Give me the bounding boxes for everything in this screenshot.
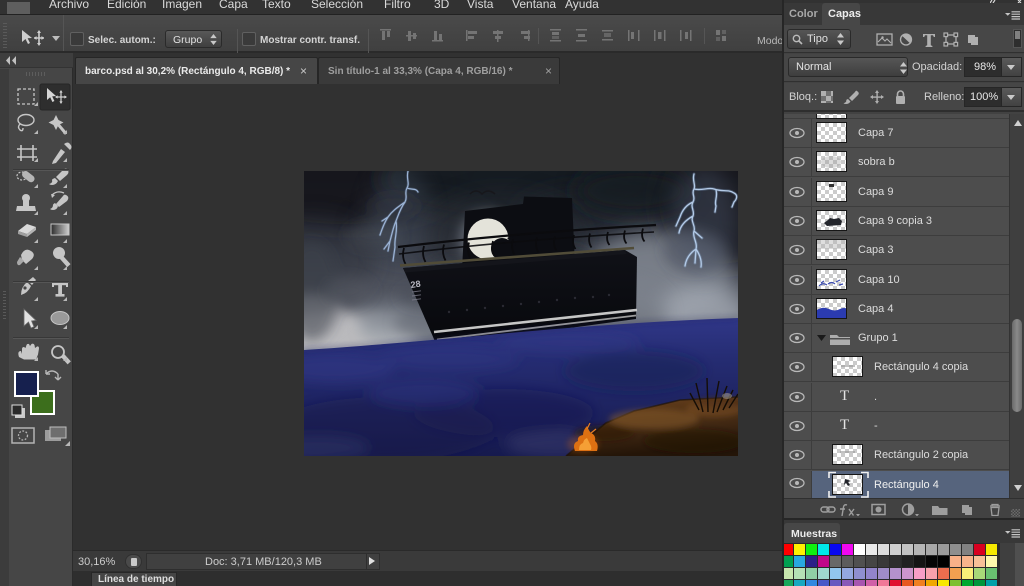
svg-text:28: 28 [410, 279, 421, 290]
